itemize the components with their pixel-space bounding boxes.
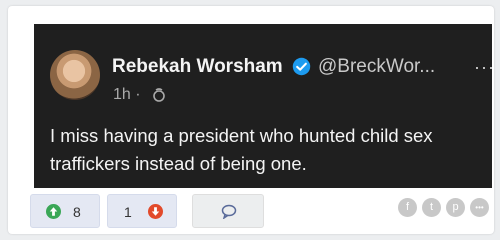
downvote-button[interactable]: 1 [107,194,177,228]
globe-icon [153,88,165,102]
upvote-count: 8 [73,204,81,220]
arrow-up-icon [46,204,61,219]
author-name: Rebekah Worsham [112,56,283,77]
facebook-icon[interactable]: f [398,198,417,217]
arrow-down-icon [148,204,163,219]
tweet-text: I miss having a president who hunted chi… [50,125,433,174]
tweet-screenshot: Rebekah Worsham @BreckWor... ··· 1h · I … [34,24,495,188]
author-handle: @BreckWor... [318,56,436,77]
comment-button[interactable] [192,194,264,228]
more-options-icon[interactable]: ··· [474,57,495,78]
pinterest-icon[interactable]: p [446,198,465,217]
more-share-icon[interactable]: ••• [470,198,489,217]
downvote-count: 1 [124,204,132,220]
timestamp: 1h · [113,86,141,103]
post-card: Rebekah Worsham @BreckWor... ··· 1h · I … [8,6,494,234]
twitter-icon[interactable]: t [422,198,441,217]
verified-badge-icon [292,57,311,76]
upvote-button[interactable]: 8 [30,194,100,228]
avatar [50,50,100,100]
comment-icon [221,204,237,219]
